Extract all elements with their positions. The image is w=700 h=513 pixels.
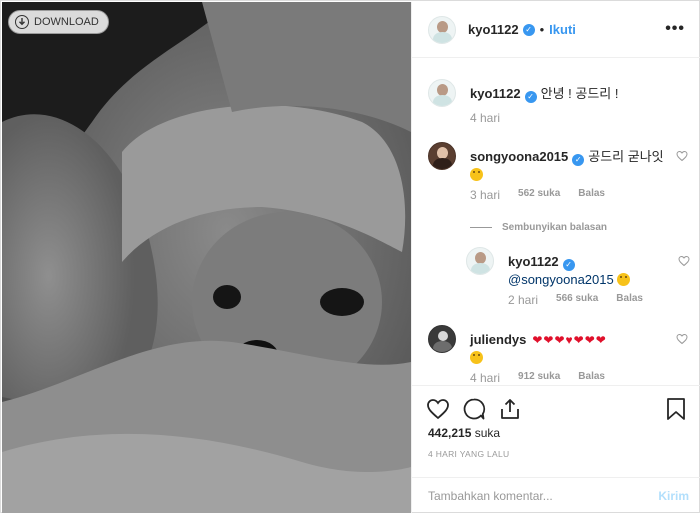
likes-count[interactable]: 442,215 suka	[428, 426, 500, 440]
comment-likes[interactable]: 562 suka	[518, 188, 560, 202]
post-sidebar: kyo1122 ✓ • Ikuti ••• kyo1122 ✓ 안녕 ! 공드리 !…	[411, 2, 700, 513]
comment-text: 공드리 굳나잇	[588, 149, 664, 164]
verified-badge-icon: ✓	[572, 154, 585, 166]
comment-time[interactable]: 2 hari	[508, 293, 538, 307]
comment-icon[interactable]	[462, 397, 486, 421]
follow-button[interactable]: Ikuti	[549, 22, 576, 37]
avatar[interactable]	[428, 15, 456, 44]
avatar[interactable]	[428, 325, 456, 353]
author-username[interactable]: kyo1122	[468, 22, 519, 37]
comment-username[interactable]: juliendys	[470, 332, 526, 347]
verified-badge-icon: ✓	[522, 23, 535, 36]
download-icon	[15, 15, 29, 29]
hide-replies-label: Sembunyikan balasan	[502, 222, 608, 233]
post-photo[interactable]: DOWNLOAD	[2, 2, 411, 513]
comment-time[interactable]: 4 hari	[470, 371, 500, 385]
comment-likes[interactable]: 912 suka	[518, 371, 560, 385]
download-label: DOWNLOAD	[34, 16, 99, 28]
hide-replies-button[interactable]: Sembunyikan balasan	[470, 222, 607, 233]
header-separator: •	[539, 22, 545, 37]
like-comment-heart-icon[interactable]	[678, 255, 690, 267]
likes-number: 442,215	[428, 426, 472, 440]
comment-likes[interactable]: 566 suka	[556, 293, 598, 307]
reply-button[interactable]: Balas	[578, 188, 605, 202]
verified-badge-icon: ✓	[562, 259, 575, 271]
comment-username[interactable]: kyo1122	[508, 254, 559, 269]
reply-button[interactable]: Balas	[616, 293, 643, 307]
mention-link[interactable]: @songyoona2015	[508, 272, 614, 287]
comments-list[interactable]: kyo1122 ✓ 안녕 ! 공드리 ! 4 hari songyoona2015 ✓…	[412, 59, 700, 385]
share-icon[interactable]	[498, 397, 522, 421]
comment-time[interactable]: 4 hari	[470, 111, 500, 125]
photo-image	[2, 2, 411, 513]
bookmark-icon[interactable]	[665, 397, 687, 421]
verified-badge-icon: ✓	[524, 91, 537, 103]
likes-suffix: suka	[474, 426, 501, 440]
post-dialog: DOWNLOAD kyo1122 ✓ • Ikuti ••• kyo1122 ✓ 안…	[0, 0, 700, 513]
avatar[interactable]	[428, 79, 456, 107]
emoji-kiss-icon	[616, 273, 630, 286]
post-timestamp[interactable]: 4 HARI YANG LALU	[428, 449, 510, 459]
comment-input[interactable]	[428, 488, 659, 503]
download-button[interactable]: DOWNLOAD	[8, 10, 109, 34]
hearts-emoji-icon: ❤❤❤♥❤❤❤	[532, 333, 607, 347]
avatar[interactable]	[466, 247, 494, 275]
post-actions: 442,215 suka 4 HARI YANG LALU	[412, 385, 700, 477]
comment-time[interactable]: 3 hari	[470, 188, 500, 202]
emoji-kiss-icon	[470, 351, 483, 364]
comment-username[interactable]: songyoona2015	[470, 149, 568, 164]
post-comment-button[interactable]: Kirim	[658, 489, 689, 503]
like-comment-heart-icon[interactable]	[676, 150, 688, 162]
comment-username[interactable]: kyo1122	[470, 86, 521, 101]
add-comment-bar: Kirim	[412, 477, 700, 513]
comment-text: 안녕 ! 공드리 !	[540, 86, 619, 101]
avatar[interactable]	[428, 142, 456, 170]
heart-icon[interactable]	[426, 397, 450, 421]
more-options-icon[interactable]: •••	[665, 20, 685, 38]
like-comment-heart-icon[interactable]	[676, 333, 688, 345]
emoji-kiss-icon	[470, 168, 483, 181]
reply-button[interactable]: Balas	[578, 371, 605, 385]
post-header: kyo1122 ✓ • Ikuti •••	[412, 2, 700, 58]
